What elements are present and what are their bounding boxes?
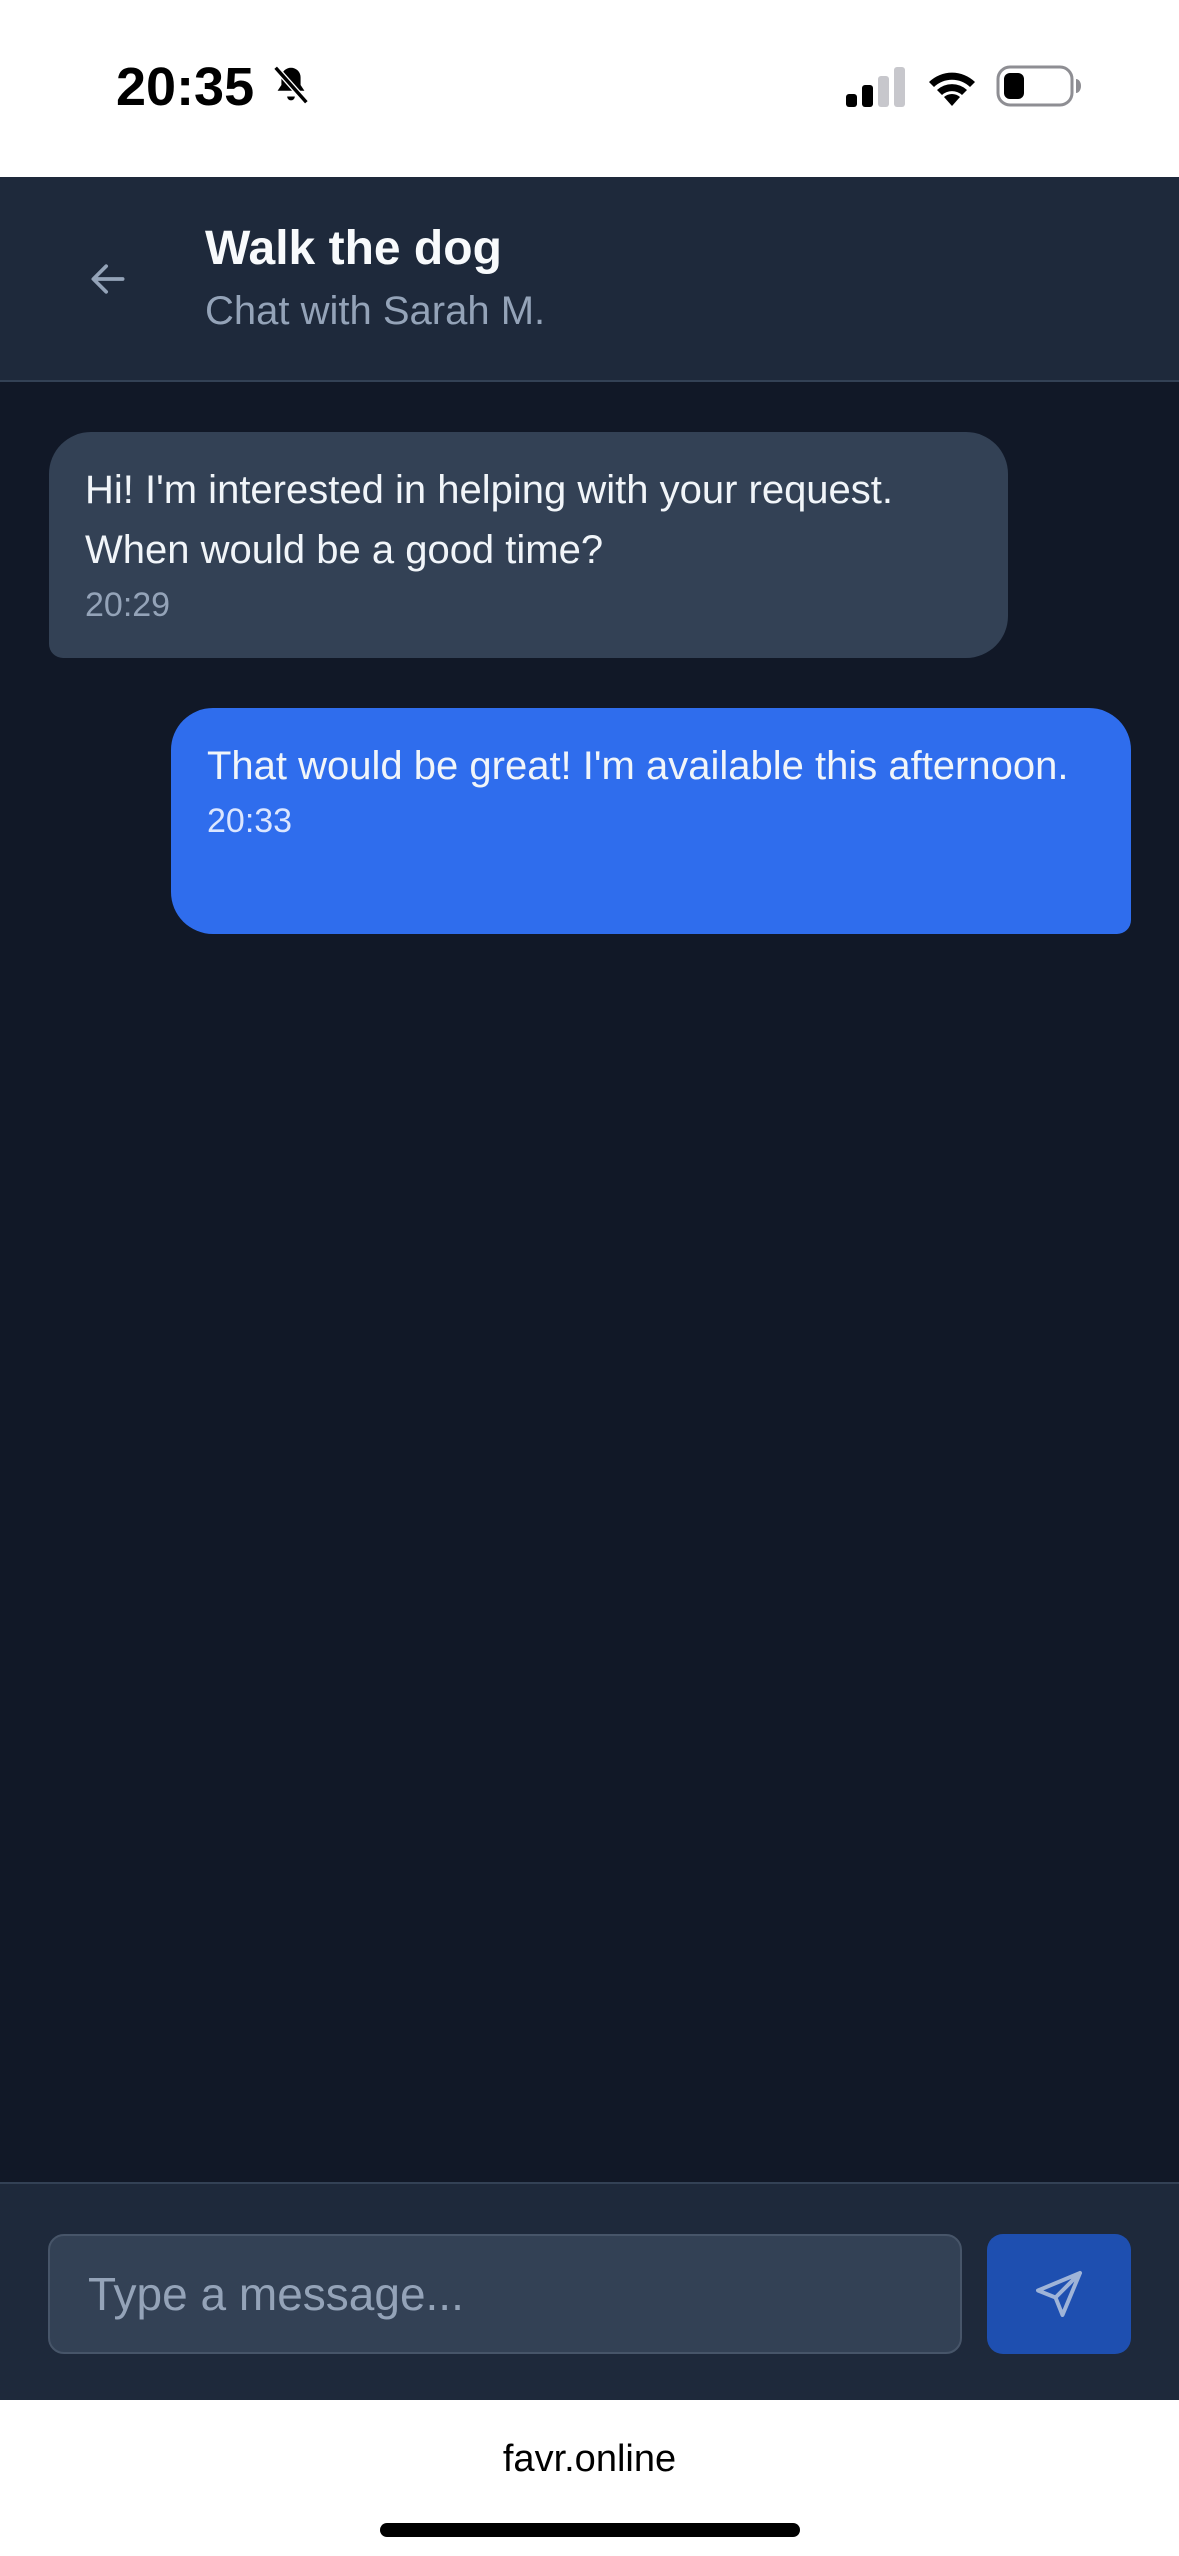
phone-screen: 20:35 Walk the dog Chat with Sarah M. Hi…: [0, 0, 1179, 2556]
battery-icon: [996, 65, 1081, 107]
home-indicator[interactable]: [380, 2523, 800, 2537]
wifi-icon: [929, 72, 975, 106]
bell-slash-icon: [273, 65, 309, 105]
send-button[interactable]: [987, 2234, 1131, 2354]
outgoing-message-bubble: That would be great! I'm available this …: [171, 708, 1131, 934]
message-input[interactable]: [48, 2234, 962, 2354]
message-text: Hi! I'm interested in helping with your …: [85, 468, 894, 572]
status-time: 20:35: [116, 57, 255, 117]
incoming-message-bubble: Hi! I'm interested in helping with your …: [49, 432, 1008, 658]
message-list[interactable]: Hi! I'm interested in helping with your …: [0, 382, 1179, 2182]
arrow-left-icon: [91, 264, 125, 294]
back-button[interactable]: [76, 247, 140, 311]
cellular-signal-icon: [846, 67, 905, 107]
send-icon: [1036, 2271, 1082, 2317]
message-timestamp: 20:33: [207, 802, 293, 840]
message-text: That would be great! I'm available this …: [207, 744, 1069, 788]
status-bar: 20:35: [0, 0, 1179, 177]
chat-title: Walk the dog: [205, 222, 502, 275]
url-label[interactable]: favr.online: [0, 2438, 1179, 2481]
browser-address-bar: favr.online: [0, 2400, 1179, 2556]
chat-header: Walk the dog Chat with Sarah M.: [0, 177, 1179, 382]
message-composer: [0, 2182, 1179, 2400]
chat-subtitle: Chat with Sarah M.: [205, 289, 546, 333]
message-timestamp: 20:29: [85, 586, 171, 624]
